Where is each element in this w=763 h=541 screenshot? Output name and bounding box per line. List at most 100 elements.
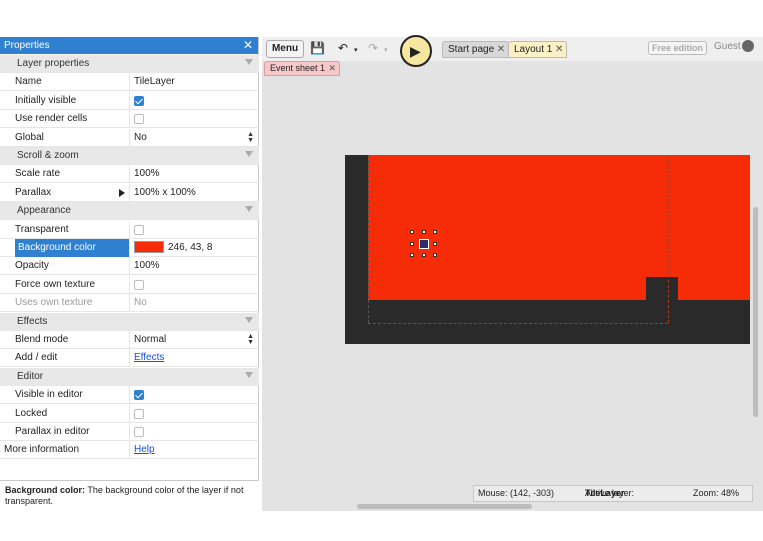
- property-row-visible-in-editor[interactable]: Visible in editor: [0, 386, 259, 405]
- property-row-blend-mode[interactable]: Blend mode Normal ▲ ▼: [0, 331, 259, 349]
- resize-handle[interactable]: [410, 242, 414, 246]
- menu-button[interactable]: Menu: [266, 40, 304, 58]
- user-icon[interactable]: [742, 40, 754, 52]
- category-effects[interactable]: Effects: [0, 312, 259, 331]
- property-value[interactable]: [129, 423, 257, 441]
- property-label: Background color: [15, 239, 129, 257]
- property-row-opacity[interactable]: Opacity 100%: [0, 257, 259, 276]
- resize-handle[interactable]: [410, 230, 414, 234]
- property-value[interactable]: 100%: [129, 257, 257, 276]
- property-link[interactable]: Effects: [134, 352, 164, 363]
- property-value[interactable]: TileLayer: [129, 73, 257, 92]
- resize-handle[interactable]: [422, 230, 426, 234]
- property-label: More information: [4, 444, 80, 456]
- layout-canvas[interactable]: [262, 76, 752, 511]
- close-icon[interactable]: ✕: [497, 42, 505, 57]
- resize-handle[interactable]: [433, 253, 437, 257]
- property-link[interactable]: Help: [134, 444, 155, 455]
- dropdown-arrows-icon[interactable]: ▲ ▼: [247, 131, 254, 144]
- tile-layer-background[interactable]: [368, 155, 750, 300]
- property-value[interactable]: [129, 404, 257, 423]
- checkbox-checked[interactable]: [134, 95, 144, 106]
- property-label: Parallax: [15, 186, 52, 198]
- checkbox-unchecked[interactable]: [134, 114, 144, 125]
- selected-sprite[interactable]: [419, 239, 429, 249]
- property-label: Transparent: [15, 223, 69, 235]
- property-row-use-render-cells[interactable]: Use render cells: [0, 110, 259, 129]
- category-scroll-zoom[interactable]: Scroll & zoom: [0, 147, 259, 165]
- resize-handle[interactable]: [433, 230, 437, 234]
- collapse-icon[interactable]: [245, 316, 253, 323]
- category-appearance[interactable]: Appearance: [0, 202, 259, 221]
- property-value[interactable]: 100% x 100%: [129, 183, 257, 202]
- expand-icon[interactable]: [119, 188, 125, 197]
- redo-icon[interactable]: ↷: [368, 41, 378, 55]
- resize-handle[interactable]: [433, 242, 437, 246]
- property-row-parallax[interactable]: Parallax 100% x 100%: [0, 183, 259, 202]
- property-row-add-edit[interactable]: Add / edit Effects: [0, 349, 259, 368]
- property-row-name[interactable]: Name TileLayer: [0, 73, 259, 92]
- tab-event-sheet-1[interactable]: Event sheet 1 ✕: [264, 61, 341, 76]
- property-value[interactable]: [129, 220, 257, 239]
- color-swatch[interactable]: [134, 241, 164, 254]
- close-icon[interactable]: ✕: [243, 37, 253, 54]
- collapse-icon[interactable]: [245, 206, 253, 213]
- checkbox-unchecked[interactable]: [134, 427, 144, 437]
- status-bar: Mouse: (142, -303) Active layer: TileLay…: [473, 485, 753, 502]
- vertical-scrollbar[interactable]: [753, 207, 758, 417]
- property-value[interactable]: [129, 91, 257, 110]
- tab-start-page[interactable]: Start page ✕: [442, 41, 510, 58]
- property-row-background-color[interactable]: Background color 246, 43, 8: [0, 239, 259, 257]
- undo-dropdown-icon[interactable]: ▾: [354, 46, 358, 54]
- property-row-more-information[interactable]: More information Help: [0, 441, 259, 460]
- close-icon[interactable]: ✕: [555, 42, 563, 57]
- property-value[interactable]: No ▲ ▼: [129, 128, 257, 147]
- redo-dropdown-icon[interactable]: ▾: [384, 46, 388, 54]
- properties-header: Properties ✕: [0, 37, 258, 54]
- category-layer-properties[interactable]: Layer properties: [0, 55, 259, 73]
- viewport-bound-bottom: [368, 323, 668, 324]
- checkbox-checked[interactable]: [134, 390, 144, 401]
- tile-block[interactable]: [646, 277, 678, 300]
- property-value-text: 100% x 100%: [134, 186, 196, 198]
- property-label: Use render cells: [15, 113, 88, 125]
- undo-icon[interactable]: ↶: [338, 41, 348, 55]
- resize-handle[interactable]: [410, 253, 414, 257]
- property-row-scale-rate[interactable]: Scale rate 100%: [0, 165, 259, 184]
- tab-layout-1[interactable]: Layout 1 ✕: [508, 41, 568, 58]
- property-row-initially-visible[interactable]: Initially visible: [0, 91, 259, 110]
- dropdown-arrows-icon[interactable]: ▲ ▼: [247, 333, 254, 346]
- horizontal-scrollbar[interactable]: [357, 504, 532, 509]
- save-icon[interactable]: 💾: [310, 41, 325, 55]
- property-label: Effects: [17, 315, 48, 327]
- collapse-icon[interactable]: [245, 151, 253, 157]
- property-row-global[interactable]: Global No ▲ ▼: [0, 128, 259, 147]
- category-editor[interactable]: Editor: [0, 367, 259, 386]
- checkbox-unchecked[interactable]: [134, 408, 144, 419]
- property-row-uses-own-texture[interactable]: Uses own texture No: [0, 294, 259, 313]
- property-value[interactable]: 100%: [129, 165, 257, 184]
- property-value[interactable]: [129, 110, 257, 129]
- collapse-icon[interactable]: [245, 59, 253, 65]
- pointer-tool-button[interactable]: ▶: [400, 35, 432, 67]
- property-value[interactable]: Normal ▲ ▼: [129, 331, 257, 349]
- property-value[interactable]: Help: [129, 441, 257, 460]
- property-value[interactable]: Effects: [129, 349, 257, 368]
- property-row-force-own-texture[interactable]: Force own texture: [0, 275, 259, 294]
- property-row-locked[interactable]: Locked: [0, 404, 259, 423]
- guest-label[interactable]: Guest: [714, 41, 741, 52]
- property-label: Name: [15, 76, 42, 88]
- collapse-icon[interactable]: [245, 371, 253, 378]
- free-edition-badge[interactable]: Free edition: [648, 41, 708, 55]
- resize-handle[interactable]: [422, 253, 426, 257]
- editor-main: Menu 💾 ↶ ▾ ↷ ▾ ▶ Start page ✕ Layout 1 ✕…: [262, 35, 763, 511]
- property-row-parallax-in-editor[interactable]: Parallax in editor: [0, 423, 259, 441]
- property-value[interactable]: 246, 43, 8: [129, 239, 257, 257]
- checkbox-unchecked[interactable]: [134, 224, 144, 235]
- checkbox-unchecked[interactable]: [134, 279, 144, 290]
- property-value[interactable]: [129, 275, 257, 294]
- property-value-text: TileLayer: [134, 76, 175, 88]
- property-row-transparent[interactable]: Transparent: [0, 220, 259, 239]
- close-icon[interactable]: ✕: [329, 62, 337, 75]
- property-value[interactable]: [129, 386, 257, 405]
